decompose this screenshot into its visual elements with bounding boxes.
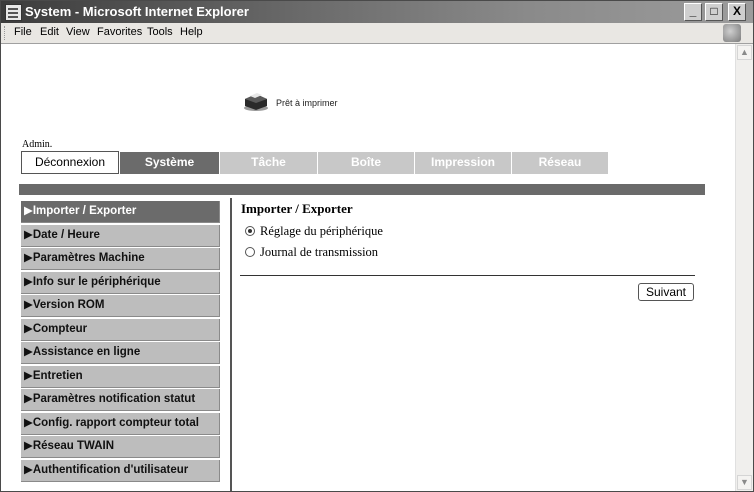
radio-journal-transmission[interactable] <box>245 247 255 257</box>
form-divider <box>240 275 695 276</box>
close-button[interactable]: X <box>728 3 746 21</box>
option-reglage-peripherique[interactable]: Réglage du périphérique <box>245 224 383 239</box>
minimize-button[interactable]: _ <box>684 3 702 21</box>
sidebar-item-parametres-machine[interactable]: ▶Paramètres Machine <box>21 248 220 270</box>
sidebar-item-compteur[interactable]: ▶Compteur <box>21 318 220 341</box>
page-content: Prêt à imprimer Admin. Déconnexion Systè… <box>1 44 735 491</box>
content-divider <box>230 198 232 491</box>
maximize-button[interactable]: □ <box>705 3 723 21</box>
sidebar-item-importer-exporter[interactable]: ▶Importer / Exporter <box>21 201 220 223</box>
menu-favorites[interactable]: Favorites <box>97 26 142 38</box>
window-title: System - Microsoft Internet Explorer <box>25 4 249 19</box>
sidebar-item-reseau-twain[interactable]: ▶Réseau TWAIN <box>21 436 220 458</box>
sidebar-item-date-heure[interactable]: ▶Date / Heure <box>21 224 220 247</box>
sidebar-item-notification-statut[interactable]: ▶Paramètres notification statut <box>21 389 220 411</box>
scroll-down-icon[interactable]: ▼ <box>737 475 752 490</box>
admin-label: Admin. <box>22 139 53 150</box>
menu-edit[interactable]: Edit <box>40 26 59 38</box>
option-journal-transmission[interactable]: Journal de transmission <box>245 245 378 260</box>
tab-reseau[interactable]: Réseau <box>512 152 609 174</box>
option-label: Journal de transmission <box>260 245 379 259</box>
browser-window: System - Microsoft Internet Explorer _ □… <box>0 0 754 492</box>
menu-view[interactable]: View <box>66 26 90 38</box>
sidebar-item-rapport-compteur[interactable]: ▶Config. rapport compteur total <box>21 412 220 435</box>
sidebar-item-version-rom[interactable]: ▶Version ROM <box>21 295 220 317</box>
windows-logo-icon <box>723 24 741 42</box>
radio-reglage-peripherique[interactable] <box>245 226 255 236</box>
sidebar-menu: ▶Importer / Exporter ▶Date / Heure ▶Para… <box>21 201 220 483</box>
option-label: Réglage du périphérique <box>260 224 383 238</box>
title-bar: System - Microsoft Internet Explorer _ □… <box>1 1 753 23</box>
sidebar-item-entretien[interactable]: ▶Entretien <box>21 365 220 388</box>
header-divider-band <box>19 184 705 195</box>
printer-status-text: Prêt à imprimer <box>276 98 338 108</box>
page-title: Importer / Exporter <box>241 201 353 216</box>
tab-tache[interactable]: Tâche <box>220 152 318 174</box>
printer-icon <box>244 93 268 111</box>
sidebar-item-info-peripherique[interactable]: ▶Info sur le périphérique <box>21 271 220 294</box>
vertical-scrollbar[interactable]: ▲ ▼ <box>735 44 753 491</box>
menu-tools[interactable]: Tools <box>147 26 173 38</box>
menu-bar: File Edit View Favorites Tools Help <box>1 23 753 44</box>
tab-systeme[interactable]: Système <box>120 152 220 174</box>
tab-boite[interactable]: Boîte <box>318 152 415 174</box>
tab-impression[interactable]: Impression <box>415 152 512 174</box>
sidebar-item-assistance-en-ligne[interactable]: ▶Assistance en ligne <box>21 342 220 364</box>
menu-file[interactable]: File <box>14 26 32 38</box>
sidebar-item-authentification[interactable]: ▶Authentification d'utilisateur <box>21 459 220 482</box>
scroll-up-icon[interactable]: ▲ <box>737 45 752 60</box>
logout-button[interactable]: Déconnexion <box>21 151 119 174</box>
ie-app-icon <box>5 4 22 21</box>
next-button[interactable]: Suivant <box>638 283 694 301</box>
menu-help[interactable]: Help <box>180 26 203 38</box>
toolbar-grip <box>4 26 8 40</box>
